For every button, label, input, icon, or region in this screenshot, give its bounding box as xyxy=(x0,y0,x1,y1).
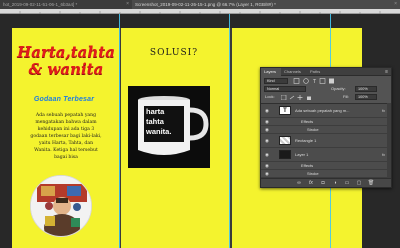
guide-line[interactable] xyxy=(229,14,230,248)
layers-panel: Layers Channels Paths ≡ Kind T Normal Op… xyxy=(260,67,392,188)
layer-thumbnail xyxy=(279,150,291,159)
photoshop-window: hot_2019-09-02-11-51-06-1_6b3a4] * × Scr… xyxy=(0,0,400,248)
lock-icons[interactable] xyxy=(281,94,317,100)
document-tab-2[interactable]: Screenshot_2019-09-02-11-26-15-1.png @ 6… xyxy=(132,0,400,9)
layer-stroke-row[interactable]: ◉ Stroke xyxy=(261,126,391,134)
tab-channels[interactable]: Channels xyxy=(281,68,307,76)
mug-line: harta xyxy=(146,107,165,116)
effects-label: Effects xyxy=(301,163,314,168)
fill-label: Fill: xyxy=(343,94,350,99)
lock-row: Lock: Fill: 100% xyxy=(261,93,391,101)
close-tab-icon[interactable]: × xyxy=(126,0,129,9)
layers-scrollbar[interactable] xyxy=(387,103,391,179)
opacity-input[interactable]: 100% xyxy=(355,86,377,92)
stroke-label: Stroke xyxy=(307,171,319,176)
filter-row: Kind T xyxy=(261,77,391,85)
document-tab-bar: hot_2019-09-02-11-51-06-1_6b3a4] * × Scr… xyxy=(0,0,400,9)
tab-layers[interactable]: Layers xyxy=(261,68,281,76)
eye-icon[interactable]: ◉ xyxy=(263,138,271,144)
eye-icon[interactable]: ◉ xyxy=(263,163,271,169)
document-tab-1-label: hot_2019-09-02-11-51-06-1_6b3a4] * xyxy=(3,2,78,7)
headline-text: Harta,tahta & wanita xyxy=(17,43,115,78)
layer-name: Ada sebuah pepatah yang m... xyxy=(295,108,350,113)
fx-icon[interactable]: fx xyxy=(382,152,385,157)
panel-divider xyxy=(230,28,232,248)
adjustment-icon[interactable]: ◑ xyxy=(331,180,339,187)
layer-row-rectangle[interactable]: ◉ Rectangle 1 xyxy=(261,134,391,148)
layers-panel-footer: ∞ fx ◘ ◑ ▭ ▢ 🗑 xyxy=(261,178,391,187)
subhead-text: Godaan Terbesar xyxy=(33,96,95,103)
effects-label: Effects xyxy=(301,119,314,124)
fx-icon[interactable]: fx xyxy=(382,108,385,113)
tab-paths[interactable]: Paths xyxy=(307,68,325,76)
mug-photo: harta tahta wanita. xyxy=(128,86,210,168)
stroke-label: Stroke xyxy=(307,127,319,132)
blend-mode-select[interactable]: Normal xyxy=(264,86,306,92)
mask-icon[interactable]: ◘ xyxy=(319,180,327,187)
svg-text:T: T xyxy=(312,79,317,84)
filter-icons: T xyxy=(293,78,334,84)
lock-label: Lock: xyxy=(265,94,275,99)
caricature-illustration xyxy=(31,176,91,236)
fill-input[interactable]: 100% xyxy=(355,94,377,100)
layer-effects-row[interactable]: ◉ Effects xyxy=(261,162,391,170)
mug-line: tahta xyxy=(146,117,164,126)
layer-stroke-row[interactable]: ◉ Stroke xyxy=(261,170,391,178)
mug-caption: harta tahta wanita. xyxy=(146,107,184,137)
document-tab-2-label: Screenshot_2019-09-02-11-26-15-1.png @ 6… xyxy=(135,2,276,7)
trash-icon[interactable]: 🗑 xyxy=(367,180,375,187)
layer-effects-row[interactable]: ◉ Effects xyxy=(261,118,391,126)
link-icon[interactable]: ∞ xyxy=(295,180,303,187)
kind-filter-select[interactable]: Kind xyxy=(264,78,288,84)
new-layer-icon[interactable]: ▢ xyxy=(355,180,363,187)
panel-menu-icon[interactable]: ≡ xyxy=(385,68,388,76)
eye-icon[interactable]: ◉ xyxy=(263,127,271,133)
layer-row-layer1[interactable]: ◉ Layer 1 fx xyxy=(261,148,391,162)
guide-line[interactable] xyxy=(119,14,120,248)
mug-line: wanita. xyxy=(146,127,172,136)
solusi-heading: SOLUSI? xyxy=(149,48,199,58)
opacity-label: Opacity: xyxy=(331,86,346,91)
eye-icon[interactable]: ◉ xyxy=(263,108,271,114)
fx-icon[interactable]: fx xyxy=(307,180,315,187)
layer-name: Layer 1 xyxy=(295,152,309,157)
layer-name: Rectangle 1 xyxy=(295,138,317,143)
layers-list: ◉ T Ada sebuah pepatah yang m... fx ◉ Ef… xyxy=(261,103,391,179)
illustration-circle xyxy=(30,175,92,237)
blend-row: Normal Opacity: 100% xyxy=(261,85,391,93)
kind-label: Kind xyxy=(267,79,275,83)
folder-icon[interactable]: ▭ xyxy=(343,180,351,187)
panel-tabs: Layers Channels Paths ≡ xyxy=(261,68,391,76)
eye-icon[interactable]: ◉ xyxy=(263,171,271,177)
layer-row-text[interactable]: ◉ T Ada sebuah pepatah yang m... fx xyxy=(261,104,391,118)
close-tab-icon[interactable]: × xyxy=(394,0,397,9)
body-text: Ada sebuah pepatah yang mengatakan bahwa… xyxy=(30,113,102,160)
eye-icon[interactable]: ◉ xyxy=(263,152,271,158)
eye-icon[interactable]: ◉ xyxy=(263,119,271,125)
document-tab-1[interactable]: hot_2019-09-02-11-51-06-1_6b3a4] * × xyxy=(0,0,132,9)
text-layer-thumbnail: T xyxy=(279,106,291,115)
layer-thumbnail xyxy=(279,136,291,145)
